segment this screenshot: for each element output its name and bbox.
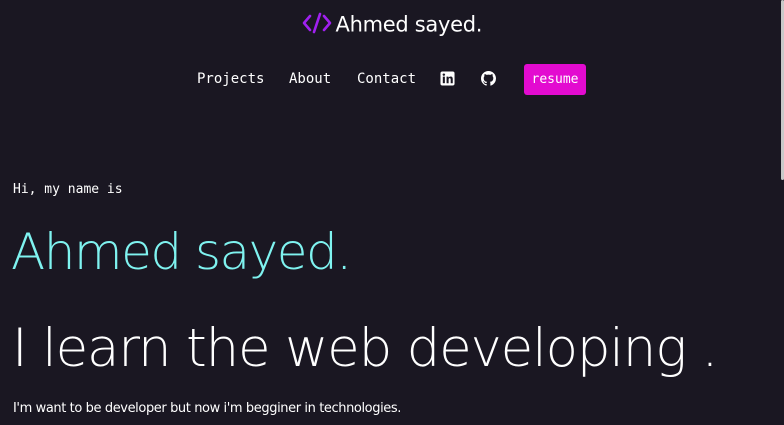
nav-link-contact[interactable]: Contact xyxy=(357,71,416,87)
linkedin-icon[interactable] xyxy=(440,71,455,86)
resume-button[interactable]: resume xyxy=(524,64,586,95)
code-brackets-icon xyxy=(302,12,331,33)
main-nav: Projects About Contact resume xyxy=(0,64,784,96)
logo-text: Ahmed sayed xyxy=(335,12,477,37)
github-icon[interactable] xyxy=(481,71,496,86)
hero-name: Ahmed sayed. xyxy=(11,223,352,281)
nav-link-about[interactable]: About xyxy=(289,71,331,87)
nav-link-projects[interactable]: Projects xyxy=(197,71,264,87)
hero-tagline: I learn the web developing . xyxy=(12,318,718,379)
site-logo[interactable]: Ahmed sayed. xyxy=(0,10,784,38)
hero-greeting: Hi, my name is xyxy=(13,182,123,197)
logo-dot: . xyxy=(475,12,483,37)
page-scrollbar[interactable] xyxy=(780,0,784,425)
hero-description: I'm want to be developer but now i'm beg… xyxy=(13,401,402,416)
